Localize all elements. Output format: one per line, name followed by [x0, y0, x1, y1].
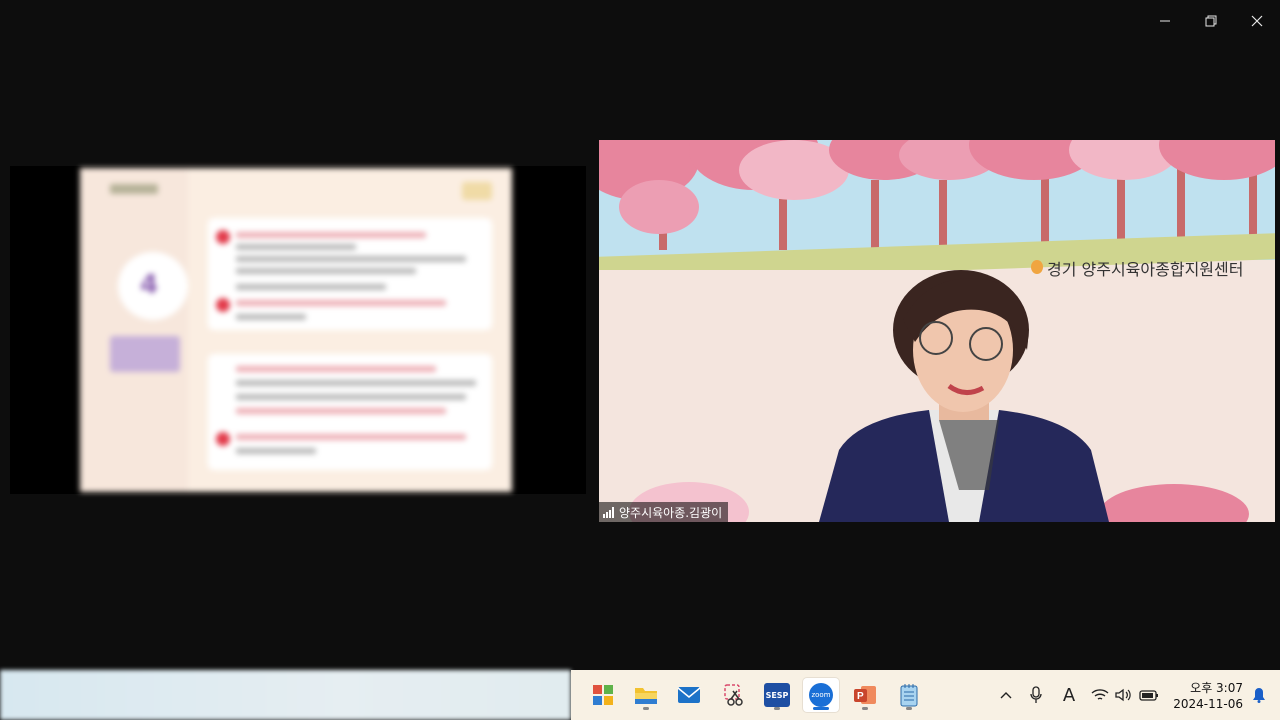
mail-button[interactable] — [671, 678, 707, 712]
slide-card-2 — [208, 354, 492, 470]
notepad-icon — [900, 684, 918, 707]
notepad-button[interactable] — [891, 678, 927, 712]
tree-trunk — [871, 180, 879, 250]
slide-badge-number: 4 — [140, 270, 159, 300]
slide-text-line — [236, 300, 446, 306]
slide-logo-right — [462, 182, 492, 200]
chevron-up-icon — [1000, 692, 1012, 699]
slide-text-line — [236, 232, 426, 238]
microphone-button[interactable] — [1025, 670, 1047, 720]
windows-start-icon — [593, 685, 613, 705]
volume-button[interactable] — [1113, 670, 1135, 720]
slide-left-panel — [80, 168, 188, 492]
participant-figure — [819, 270, 1109, 522]
slide-text-line — [236, 434, 466, 440]
ime-indicator[interactable]: A — [1057, 670, 1081, 720]
snipping-tool-button[interactable] — [715, 678, 751, 712]
participant-name-tag: 양주시육아종.김광이 — [599, 502, 729, 522]
slide-bullet — [216, 298, 230, 312]
slide-text-line — [236, 366, 436, 372]
clock-date: 2024-11-06 — [1173, 697, 1243, 711]
close-button[interactable] — [1234, 8, 1280, 34]
slide-text-line — [236, 448, 316, 454]
ime-label: A — [1062, 684, 1076, 706]
scissors-icon — [724, 684, 743, 706]
slide-text-line — [236, 394, 466, 400]
slide-text-line — [236, 256, 466, 262]
show-hidden-icons-button[interactable] — [995, 670, 1017, 720]
close-icon — [1251, 15, 1263, 27]
restore-button[interactable] — [1188, 8, 1234, 34]
powerpoint-button[interactable]: P — [847, 678, 883, 712]
wifi-icon — [1091, 689, 1109, 700]
slide-card-1 — [208, 218, 492, 330]
microphone-icon — [1030, 686, 1042, 703]
slide-text-line — [236, 408, 446, 414]
clock-time: 오후 3:07 — [1190, 681, 1243, 695]
sesp-button[interactable]: SESP — [759, 678, 795, 712]
sesp-icon: SESP — [764, 683, 790, 707]
window-controls — [1142, 8, 1280, 34]
powerpoint-icon: P — [854, 686, 876, 704]
slide-text-line — [236, 380, 476, 386]
battery-icon — [1139, 690, 1158, 701]
cherry-tree — [619, 180, 699, 234]
slide-text-line — [236, 268, 416, 274]
folder-icon — [635, 688, 657, 704]
slide-bullet — [216, 432, 230, 446]
slide-text-line — [236, 314, 306, 320]
taskbar: SESP zoom P A 오후 3:07 2024-11-06 — [571, 670, 1280, 720]
tree-trunk — [939, 180, 947, 250]
slide-badge: 4 — [118, 252, 188, 320]
zoom-icon: zoom — [809, 683, 833, 707]
zoom-button[interactable]: zoom — [803, 678, 839, 712]
wifi-button[interactable] — [1089, 670, 1111, 720]
taskbar-left-blurred — [0, 670, 571, 720]
slide-section-title — [110, 336, 180, 372]
participant-video[interactable]: 경기 양주시육아종합지원센터 양주시육아종.김광이 — [599, 140, 1275, 522]
start-button[interactable] — [585, 678, 621, 712]
minimize-icon — [1160, 20, 1170, 22]
restore-icon — [1205, 15, 1217, 27]
signal-bars-icon — [603, 506, 614, 518]
shared-slide: 4 — [80, 168, 512, 492]
participant-name: 양주시육아종.김광이 — [619, 505, 723, 520]
file-explorer-button[interactable] — [628, 678, 664, 712]
slide-bullet — [216, 230, 230, 244]
taskbar-clock[interactable]: 오후 3:07 2024-11-06 — [1171, 680, 1243, 712]
sesp-label: SESP — [765, 690, 789, 700]
slide-text-line — [236, 284, 386, 290]
speaker-icon — [1115, 688, 1131, 702]
notifications-button[interactable] — [1247, 670, 1271, 720]
minimize-button[interactable] — [1142, 8, 1188, 34]
zoom-label: zoom — [811, 691, 831, 699]
slide-text-line — [236, 244, 356, 250]
svg-text:P: P — [857, 691, 864, 702]
bell-icon — [1253, 688, 1265, 703]
battery-button[interactable] — [1137, 670, 1161, 720]
slide-logo — [110, 184, 158, 194]
mail-icon — [677, 687, 701, 703]
